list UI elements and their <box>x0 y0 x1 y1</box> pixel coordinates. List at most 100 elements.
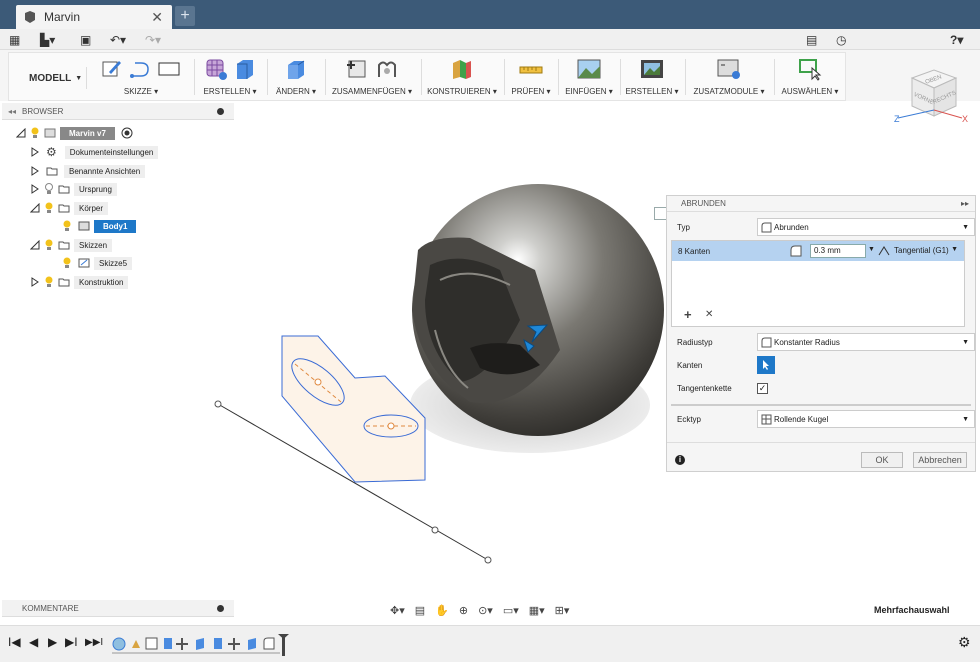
group-aendern[interactable]: ÄNDERN ▾ <box>268 55 324 100</box>
insert-image-icon <box>577 59 601 79</box>
comments-panel-icon[interactable]: ▤ <box>806 31 817 48</box>
typ-select[interactable]: Abrunden ▼ <box>757 218 975 236</box>
sketch-point[interactable] <box>387 422 395 430</box>
extrude-icon <box>237 60 253 79</box>
group-skizze[interactable]: SKIZZE ▾ <box>91 55 191 100</box>
group-label: ZUSATZMODULE ▾ <box>693 87 765 96</box>
group-zusammenfuegen[interactable]: ZUSAMMENFÜGEN ▾ <box>326 55 418 100</box>
group-zusatzmodule[interactable]: ZUSATZMODULE ▾ <box>685 55 773 100</box>
info-icon[interactable]: i <box>675 455 685 465</box>
document-icon <box>25 11 35 23</box>
group-einfuegen[interactable]: EINFÜGEN ▾ <box>559 55 619 100</box>
radiustyp-select[interactable]: Konstanter Radius ▼ <box>757 333 975 351</box>
kanten-label: Kanten <box>677 360 703 370</box>
group-pruefen[interactable]: PRÜFEN ▾ <box>505 55 557 100</box>
add-edge-set-button[interactable]: + <box>684 307 692 322</box>
go-to-end-icon[interactable]: ▶▶I <box>85 637 103 648</box>
viewports-icon[interactable]: ⊞▾ <box>555 604 570 617</box>
pan-hand-icon[interactable]: ✋ <box>435 604 449 617</box>
go-to-start-icon[interactable]: I◀ <box>8 635 21 649</box>
undo-icon[interactable]: ↶▾ <box>110 31 126 48</box>
workspace-switcher[interactable]: MODELL ▼ <box>15 67 87 89</box>
zoom-icon[interactable]: ⊕ <box>459 604 468 617</box>
group-label: ÄNDERN ▾ <box>275 87 317 96</box>
edge-select-button[interactable] <box>757 356 775 374</box>
group-label: SKIZZE ▾ <box>123 87 159 96</box>
render-icon <box>641 60 663 78</box>
fit-icon[interactable]: ⊙▾ <box>478 604 493 617</box>
select-icon <box>799 59 822 81</box>
chevron-down-icon[interactable]: ▼ <box>951 246 958 253</box>
play-icon[interactable]: ▶ <box>48 635 57 649</box>
app-grid-icon[interactable]: ▦ <box>9 31 20 48</box>
divider <box>667 442 975 443</box>
group-erstellen-render[interactable]: ERSTELLEN ▾ <box>620 55 684 100</box>
help-icon[interactable]: ?▾ <box>950 31 963 48</box>
timeline-settings-icon[interactable]: ⚙ <box>958 634 971 651</box>
timeline-extrude-icon[interactable] <box>164 638 172 649</box>
edge-set-row[interactable]: 8 Kanten 0.3 mm ▼ Tangential (G1) ▼ <box>672 241 964 261</box>
timeline-plane-icon[interactable] <box>132 640 140 648</box>
timeline-sketch-icon[interactable] <box>145 637 158 650</box>
redo-icon[interactable]: ↷▾ <box>145 31 161 48</box>
timeline-fillet-icon[interactable] <box>263 637 275 650</box>
ecktyp-value: Rollende Kugel <box>774 414 829 424</box>
kanten-row: Kanten <box>677 355 967 375</box>
cancel-button[interactable]: Abbrechen <box>913 452 967 468</box>
pin-panel-icon[interactable] <box>217 108 224 115</box>
display-settings-icon[interactable]: ▭▾ <box>503 604 519 617</box>
rolling-ball-icon <box>761 414 772 425</box>
timeline-extrude-icon[interactable] <box>248 638 256 650</box>
save-icon[interactable]: ▣ <box>80 31 91 48</box>
sketch-profile[interactable] <box>281 335 426 483</box>
group-label: ERSTELLEN ▾ <box>203 87 257 96</box>
tangentenkette-checkbox[interactable]: ✓ <box>757 382 768 394</box>
new-component-icon <box>347 60 366 78</box>
pin-panel-icon[interactable] <box>217 605 224 612</box>
timeline-extrude-icon[interactable] <box>214 638 222 649</box>
step-back-icon[interactable]: ◀ <box>29 635 38 649</box>
dialog-header[interactable]: ABRUNDEN ▸▸ <box>667 196 975 212</box>
ecktyp-label: Ecktyp <box>677 414 702 424</box>
file-menu-icon[interactable]: ▙▾ <box>40 31 55 48</box>
timeline-move-icon[interactable] <box>176 638 188 650</box>
remove-edge-set-button[interactable]: ✕ <box>705 309 713 320</box>
continuity-value[interactable]: Tangential (G1) <box>894 246 949 255</box>
typ-value: Abrunden <box>774 222 809 232</box>
expand-dialog-icon[interactable]: ▸▸ <box>961 199 969 208</box>
tangentenkette-row: Tangentenkette ✓ <box>677 378 967 398</box>
new-tab-button[interactable]: + <box>175 6 195 26</box>
timeline-extrude-icon[interactable] <box>196 638 204 650</box>
close-tab-icon[interactable]: ✕ <box>151 9 163 26</box>
job-status-icon[interactable]: ◷ <box>836 31 846 48</box>
timeline-sphere-icon[interactable] <box>112 637 126 651</box>
navigation-bar: ✥▾ ▤ ✋ ⊕ ⊙▾ ▭▾ ▦▾ ⊞▾ <box>390 601 590 619</box>
grid-settings-icon[interactable]: ▦▾ <box>529 604 545 617</box>
group-konstruieren[interactable]: KONSTRUIEREN ▾ <box>421 55 503 100</box>
collapse-panel-icon[interactable]: ◂◂ <box>8 107 16 116</box>
look-at-icon[interactable]: ▤ <box>415 604 425 617</box>
selection-status: Mehrfachauswahl <box>874 605 950 615</box>
line-endpoint[interactable] <box>214 400 222 408</box>
sketch-point[interactable] <box>314 378 322 386</box>
group-label: ERSTELLEN ▾ <box>625 87 679 96</box>
chevron-down-icon[interactable]: ▼ <box>868 246 875 253</box>
group-label: KONSTRUIEREN ▾ <box>427 87 497 96</box>
document-tab[interactable]: Marvin ✕ <box>16 5 172 29</box>
timeline-feature-icons[interactable] <box>112 634 298 656</box>
orbit-icon[interactable]: ✥▾ <box>390 604 405 617</box>
measure-icon <box>519 66 543 74</box>
chevron-down-icon: ▼ <box>962 339 969 346</box>
radius-input[interactable]: 0.3 mm <box>810 244 866 258</box>
line-endpoint[interactable] <box>484 556 492 564</box>
ok-button[interactable]: OK <box>861 452 903 468</box>
browser-panel-header[interactable]: ◂◂ BROWSER <box>2 103 234 120</box>
ecktyp-select[interactable]: Rollende Kugel ▼ <box>757 410 975 428</box>
line-midpoint[interactable] <box>431 526 439 534</box>
step-forward-icon[interactable]: ▶I <box>65 635 78 649</box>
group-erstellen[interactable]: ERSTELLEN ▾ <box>195 55 265 100</box>
toolbar-ribbon: MODELL ▼ SKIZZE ▾ ERSTELLEN ▾ ÄNDERN ▾ Z… <box>0 50 980 101</box>
comments-panel-header[interactable]: KOMMENTARE <box>2 600 234 617</box>
timeline-move-icon[interactable] <box>228 638 240 650</box>
group-auswaehlen[interactable]: AUSWÄHLEN ▾ <box>775 55 845 100</box>
